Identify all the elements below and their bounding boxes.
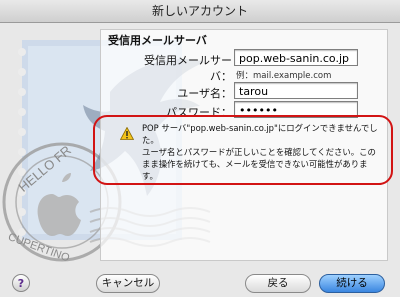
warning-highlight-frame	[93, 115, 393, 185]
server-hint: 例：mail.example.com	[236, 71, 332, 81]
username-label: ユーザ名：	[177, 87, 232, 100]
server-input[interactable]: pop.web-sanin.co.jp	[234, 49, 358, 66]
window-title: 新しいアカウント	[0, 0, 400, 23]
continue-button[interactable]: 続ける	[319, 274, 385, 293]
server-label: 受信用メールサーバ：	[144, 54, 232, 83]
cancel-button[interactable]: キャンセル	[96, 274, 160, 293]
section-title: 受信用メールサーバ	[108, 34, 207, 47]
back-button[interactable]: 戻る	[245, 274, 311, 293]
username-input[interactable]: tarou	[234, 82, 358, 99]
help-button[interactable]: ?	[12, 274, 30, 292]
new-account-window: 新しいアカウント HELLO FR CUPERTINO 受信用メールサーバ 受信…	[0, 0, 400, 297]
